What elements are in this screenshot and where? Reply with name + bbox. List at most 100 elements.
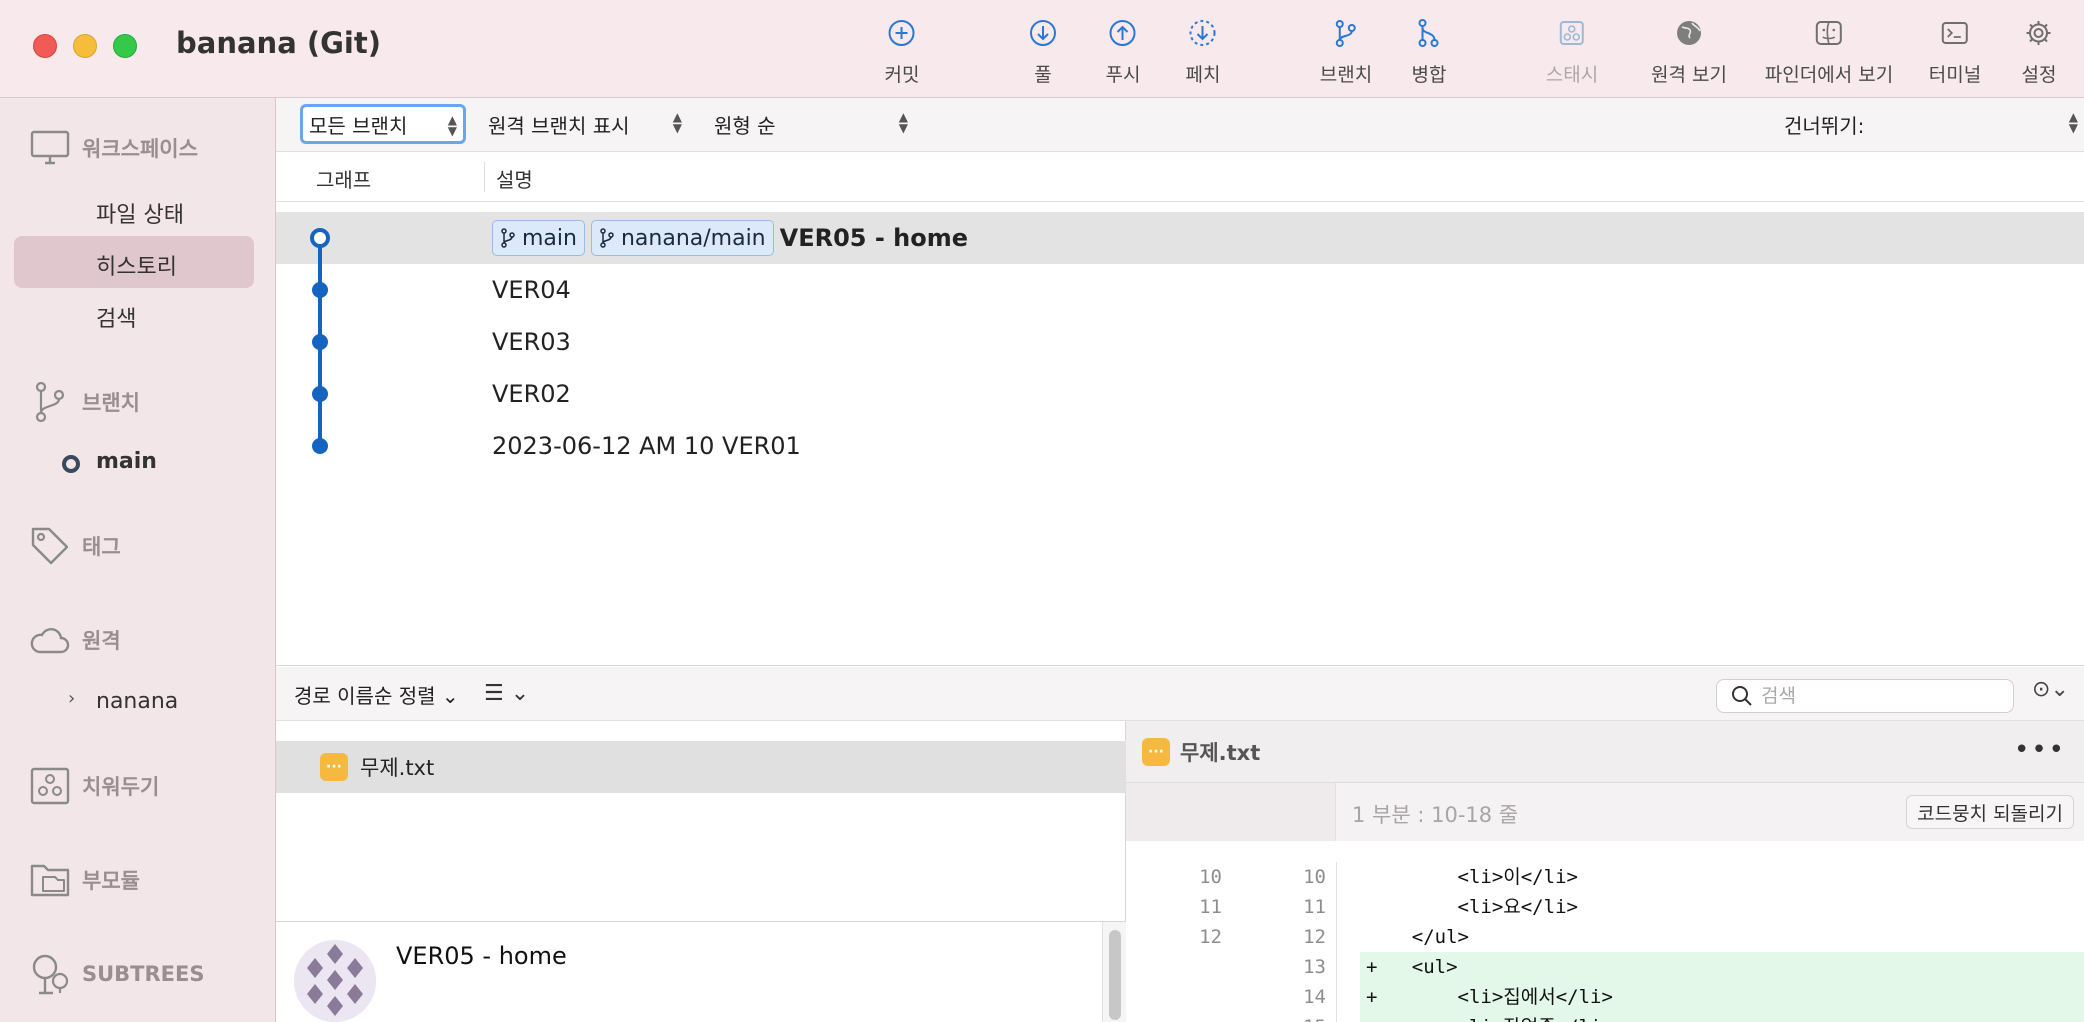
sidebar-item-remote-nanana[interactable]: nanana — [96, 689, 178, 714]
commit-list: main nanana/main VER05 - home VER04 VER0… — [276, 202, 2084, 666]
changed-files-list: ··· 무제.txt — [276, 721, 1126, 921]
commit-label: 커밋 — [884, 64, 920, 86]
pull-button[interactable]: 풀 — [1026, 16, 1060, 87]
commit-row[interactable]: main nanana/main VER05 - home — [276, 212, 2084, 264]
sidebar-item-file-status[interactable]: 파일 상태 — [96, 197, 184, 229]
hunk-gutter — [1126, 783, 1336, 841]
diff-line[interactable]: 12 12 </ul> — [1126, 922, 2084, 952]
order-select[interactable]: 원형 순 ▲ ▼ — [714, 104, 914, 144]
sidebar-section-subtrees[interactable]: SUBTREES — [28, 952, 205, 996]
branch-filter-select[interactable]: 모든 브랜치 ▲ ▼ — [300, 104, 466, 144]
commit-detail-message: VER05 - home — [396, 942, 567, 970]
monitor-icon — [28, 126, 72, 170]
old-line-number: 10 — [1199, 866, 1222, 888]
sidebar-section-workspace[interactable]: 워크스페이스 — [28, 126, 198, 170]
commit-node[interactable] — [312, 282, 328, 298]
sidebar-section-branches[interactable]: 브랜치 — [28, 380, 140, 424]
sidebar-section-remotes[interactable]: 원격 — [28, 618, 121, 662]
column-divider[interactable] — [484, 162, 485, 192]
chevron-updown-icon: ▲ ▼ — [2068, 110, 2078, 135]
new-line-number: 11 — [1303, 896, 1326, 918]
sidebar-section-submodules[interactable]: 부모듈 — [28, 858, 140, 902]
sidebar-item-search[interactable]: 검색 — [96, 301, 136, 333]
settings-button[interactable]: 설정 — [2021, 16, 2057, 87]
description-column-header[interactable]: 설명 — [496, 164, 533, 193]
sort-label: 경로 이름순 정렬 — [294, 684, 436, 708]
commit-row[interactable]: VER04 — [276, 264, 2084, 316]
plus-circle-icon — [885, 16, 919, 50]
detail-scrollbar[interactable] — [1102, 922, 1126, 1022]
terminal-button[interactable]: 터미널 — [1929, 16, 1981, 87]
remote-branch-select[interactable]: 원격 브랜치 표시 ▲ ▼ — [488, 104, 688, 144]
branch-ref-label: main — [522, 225, 577, 251]
more-options-button[interactable]: ⊙⌄ — [2032, 677, 2069, 702]
diff-line-added[interactable]: 15 + <li>작업중</li> — [1126, 1012, 2084, 1022]
ellipsis-circle-icon: ⊙ — [2032, 677, 2051, 702]
commit-row[interactable]: 2023-06-12 AM 10 VER01 — [276, 420, 2084, 472]
stash-button[interactable]: 스태시 — [1546, 16, 1598, 87]
sidebar-section-stashes[interactable]: 치워두기 — [28, 764, 159, 808]
sidebar-section-tags[interactable]: 태그 — [28, 524, 121, 568]
search-icon — [1732, 686, 1752, 706]
commit-button[interactable]: 커밋 — [884, 16, 920, 87]
branch-icon — [28, 380, 72, 424]
commit-node[interactable] — [312, 438, 328, 454]
merge-button[interactable]: 병합 — [1411, 16, 1447, 87]
sidebar-item-history[interactable]: 히스토리 — [96, 249, 177, 281]
more-actions-button[interactable]: ••• — [2014, 735, 2066, 765]
revert-hunk-button[interactable]: 코드뭉치 되돌리기 — [1906, 795, 2074, 829]
settings-label: 설정 — [2021, 64, 2057, 86]
remote-view-label: 원격 보기 — [1651, 64, 1727, 86]
commit-row[interactable]: VER03 — [276, 316, 2084, 368]
ellipsis-file-icon: ··· — [320, 753, 348, 781]
sort-select[interactable]: 경로 이름순 정렬 ⌄ — [294, 680, 459, 709]
jump-to-select[interactable]: 건너뛰기: ▲ ▼ — [1784, 104, 2084, 144]
tree-icon — [28, 952, 72, 996]
search-input[interactable] — [1761, 685, 1981, 707]
finder-view-button[interactable]: 파인더에서 보기 — [1765, 16, 1893, 87]
minimize-window-button[interactable] — [73, 34, 97, 58]
merge-label: 병합 — [1411, 64, 1447, 86]
diff-line-added[interactable]: 14 + <li>집에서</li> — [1126, 982, 2084, 1012]
gutter-separator — [1336, 982, 1337, 1012]
close-window-button[interactable] — [33, 34, 57, 58]
hunk-range: 1 부분 : 10-18 줄 — [1352, 803, 1519, 827]
gutter-separator — [1336, 922, 1337, 952]
branch-button[interactable]: 브랜치 — [1320, 16, 1372, 87]
head-commit-node[interactable] — [310, 228, 330, 248]
zoom-window-button[interactable] — [113, 34, 137, 58]
diff-code: + <li>집에서</li> — [1360, 982, 2084, 1012]
sidebar-item-branch-main[interactable]: main — [96, 449, 157, 474]
sidebar: 워크스페이스 파일 상태 히스토리 검색 브랜치 main 태그 원격 › na… — [0, 98, 276, 1022]
new-line-number: 13 — [1303, 956, 1326, 978]
diff-line-added[interactable]: 13 + <ul> — [1126, 952, 2084, 982]
file-search-field[interactable] — [1716, 679, 2014, 713]
remote-view-button[interactable]: 원격 보기 — [1651, 16, 1727, 87]
gutter-separator — [1336, 1012, 1337, 1022]
list-mode-select[interactable]: ☰ ⌄ — [484, 681, 529, 706]
remote-ref-badge[interactable]: nanana/main — [590, 220, 774, 256]
commit-row[interactable]: VER02 — [276, 368, 2084, 420]
push-button[interactable]: 푸시 — [1105, 16, 1141, 87]
file-row[interactable]: ··· 무제.txt — [276, 741, 1126, 793]
branch-ref-badge[interactable]: main — [492, 220, 585, 256]
subtrees-label: SUBTREES — [82, 962, 205, 986]
fetch-button[interactable]: 페치 — [1186, 16, 1220, 87]
commit-list-header: 그래프 설명 — [276, 152, 2084, 202]
arrow-up-circle-icon — [1106, 16, 1140, 50]
commit-node[interactable] — [312, 334, 328, 350]
commit-node[interactable] — [312, 386, 328, 402]
branch-filter-value: 모든 브랜치 — [309, 113, 408, 138]
push-label: 푸시 — [1105, 64, 1141, 86]
diff-line[interactable]: 11 11 <li>요</li> — [1126, 892, 2084, 922]
chevron-right-icon[interactable]: › — [68, 688, 75, 709]
chevron-updown-icon: ▲ ▼ — [447, 113, 457, 138]
scrollbar-thumb[interactable] — [1109, 930, 1121, 1020]
diff-line[interactable]: 10 10 <li>이</li> — [1126, 862, 2084, 892]
graph-column-header[interactable]: 그래프 — [316, 164, 371, 193]
submodule-folder-icon — [28, 858, 72, 902]
chevron-down-icon: ⌄ — [2050, 677, 2069, 702]
chevron-updown-icon: ▲ ▼ — [898, 110, 908, 135]
terminal-icon — [1938, 16, 1972, 50]
history-filter-bar: 모든 브랜치 ▲ ▼ 원격 브랜치 표시 ▲ ▼ 원형 순 ▲ ▼ 건너뛰기: ▲ ▼ — [276, 98, 2084, 152]
